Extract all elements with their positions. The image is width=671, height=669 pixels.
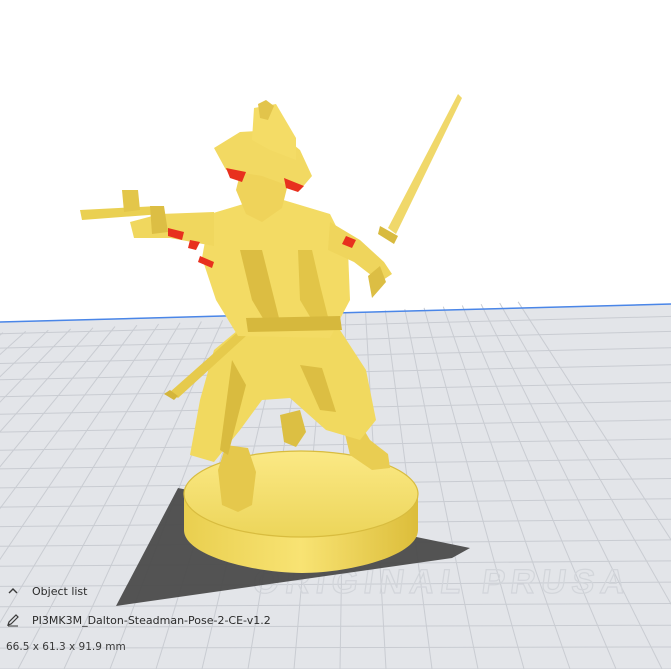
pencil-icon[interactable] bbox=[6, 613, 20, 627]
object-list-toggle[interactable]: Object list bbox=[6, 580, 87, 602]
object-list-label: Object list bbox=[32, 584, 88, 598]
object-dimensions: 66.5 x 61.3 x 91.9 mm bbox=[6, 636, 126, 658]
viewport-canvas[interactable]: ORIGINAL PRUSA bbox=[0, 0, 671, 669]
3d-viewport[interactable]: ORIGINAL PRUSA bbox=[0, 0, 671, 669]
object-name: PI3MK3M_Dalton-Steadman-Pose-2-CE-v1.2 bbox=[32, 613, 271, 627]
dimensions-text: 66.5 x 61.3 x 91.9 mm bbox=[6, 641, 126, 653]
chevron-up-icon[interactable] bbox=[6, 584, 20, 598]
object-list-item[interactable]: PI3MK3M_Dalton-Steadman-Pose-2-CE-v1.2 bbox=[6, 609, 271, 631]
